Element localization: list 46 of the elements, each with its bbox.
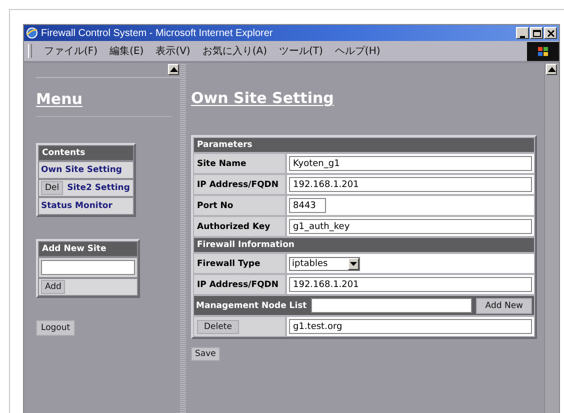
- text-field[interactable]: 192.168.1.201: [289, 277, 532, 292]
- text-field[interactable]: 8443: [289, 198, 326, 213]
- menu-item[interactable]: 編集(E): [110, 44, 144, 58]
- field-label: IP Address/FQDN: [194, 175, 285, 194]
- firewall-type-dropdown[interactable]: iptables: [289, 256, 360, 270]
- delete-button[interactable]: Del: [41, 181, 64, 195]
- windows-logo-icon: [527, 42, 559, 60]
- caret-icon[interactable]: [350, 262, 357, 266]
- field-label: Port No: [194, 196, 285, 215]
- page-heading: Own Site Setting: [191, 89, 334, 107]
- section-title: Parameters: [194, 138, 534, 152]
- panel-title: Add New Site: [39, 242, 137, 256]
- window-title: Firewall Control System - Microsoft Internet Explorer: [41, 28, 273, 38]
- logout-button[interactable]: Logout: [36, 320, 76, 336]
- toolbar-grip[interactable]: [28, 44, 32, 58]
- scrollbar[interactable]: [544, 63, 559, 413]
- menu-item[interactable]: お気に入り(A): [202, 44, 267, 58]
- browser-icon: [26, 27, 38, 39]
- field-label: IP Address/FQDN: [194, 275, 285, 294]
- minimize-icon[interactable]: [516, 27, 529, 39]
- menu-item[interactable]: ファイル(F): [44, 44, 98, 58]
- up-arrow-icon: [548, 67, 556, 72]
- menu-heading: Menu: [36, 90, 82, 108]
- menu-item[interactable]: 表示(V): [156, 44, 190, 58]
- field-label: Authorized Key: [194, 217, 285, 236]
- text-field[interactable]: Kyoten_g1: [289, 156, 532, 171]
- panel-title: Contents: [39, 146, 133, 160]
- add-button[interactable]: Add: [41, 280, 66, 294]
- field-label: Site Name: [194, 154, 285, 173]
- text-field[interactable]: 192.168.1.201: [289, 177, 532, 192]
- field-label: Firewall Type: [194, 254, 285, 273]
- node-field[interactable]: [310, 298, 472, 313]
- menu-item[interactable]: ヘルプ(H): [334, 44, 380, 58]
- field-label: Management Node List: [196, 300, 307, 310]
- maximize-icon[interactable]: [530, 27, 543, 39]
- close-icon[interactable]: [544, 27, 557, 39]
- menu-link[interactable]: Site2 Setting: [67, 183, 130, 193]
- text-field[interactable]: g1_auth_key: [289, 219, 532, 234]
- add-new-button[interactable]: Add New: [476, 298, 532, 314]
- text-field[interactable]: g1.test.org: [289, 319, 532, 334]
- menu-item[interactable]: ツール(T): [279, 44, 323, 58]
- section-title: Firewall Information: [194, 238, 534, 252]
- save-button[interactable]: Save: [191, 347, 220, 361]
- delete-button[interactable]: Delete: [197, 320, 239, 334]
- site-name-field[interactable]: [41, 260, 135, 275]
- up-arrow-icon: [170, 67, 178, 72]
